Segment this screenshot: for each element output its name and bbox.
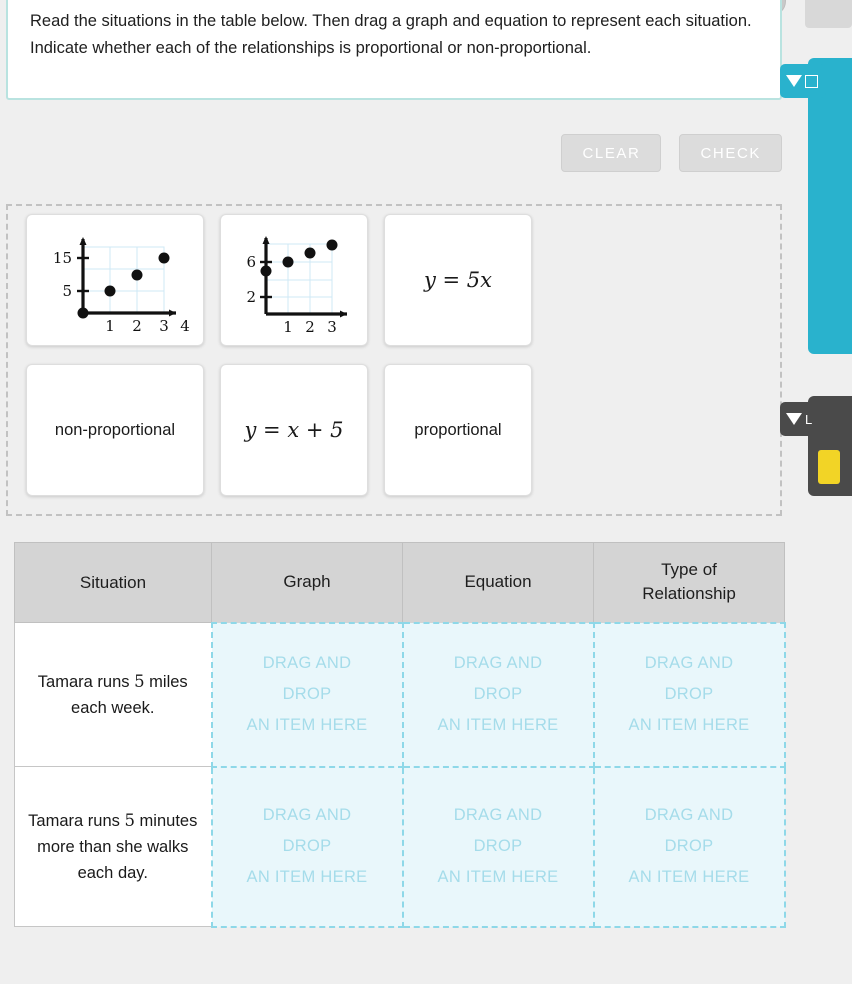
- tile-bank: 5 15 1 2 3 4 6 2 1 2 3 y = 5x non-propor…: [6, 204, 782, 516]
- teal-side-panel[interactable]: [780, 58, 852, 354]
- situation-text-pre: Tamara runs: [37, 672, 135, 691]
- dropzone-line-2: DROP: [664, 685, 714, 703]
- dropzone-line-3: AN ITEM HERE: [628, 716, 750, 734]
- situation-number: 5: [134, 671, 145, 691]
- dark-panel-tab[interactable]: L: [780, 402, 826, 436]
- dropzone-equation-row1[interactable]: DRAG AND DROP AN ITEM HERE: [401, 621, 595, 768]
- header-line-2: Relationship: [642, 584, 736, 604]
- dropzone-line-2: DROP: [473, 685, 523, 703]
- situation-cell-row2: Tamara runs 5 minutes more than she walk…: [14, 766, 212, 927]
- dropzone-relationship-row2[interactable]: DRAG AND DROP AN ITEM HERE: [592, 765, 786, 928]
- chevron-down-icon: [786, 413, 802, 425]
- chevron-down-icon: [786, 75, 802, 87]
- tile-row-2: non-proportional y = x + 5 proportional: [26, 364, 780, 496]
- dropzone-line-1: DRAG AND: [644, 654, 734, 672]
- check-button[interactable]: CHECK: [679, 134, 782, 172]
- svg-text:6: 6: [246, 253, 256, 271]
- draggable-tile-equation-x-plus-5[interactable]: y = x + 5: [220, 364, 368, 496]
- column-header-graph: Graph: [211, 542, 403, 623]
- draggable-tile-graph-proportional[interactable]: 5 15 1 2 3 4: [26, 214, 204, 346]
- action-button-row: CLEAR CHECK: [561, 134, 782, 172]
- dropzone-line-3: AN ITEM HERE: [437, 868, 559, 886]
- situation-number: 5: [124, 810, 135, 830]
- draggable-tile-non-proportional[interactable]: non-proportional: [26, 364, 204, 496]
- dropzone-line-1: DRAG AND: [644, 806, 734, 824]
- svg-text:2: 2: [132, 317, 142, 335]
- draggable-tile-proportional[interactable]: proportional: [384, 364, 532, 496]
- dropzone-line-2: DROP: [282, 685, 332, 703]
- top-right-gray-box: [805, 0, 852, 28]
- table-header-row: Situation Graph Equation Type of Relatio…: [14, 542, 785, 623]
- dropzone-line-3: AN ITEM HERE: [628, 868, 750, 886]
- dropzone-graph-row2[interactable]: DRAG AND DROP AN ITEM HERE: [210, 765, 404, 928]
- proportional-text: proportional: [414, 420, 502, 439]
- equation-x-plus-5-text: y = x + 5: [244, 418, 344, 442]
- svg-text:1: 1: [283, 318, 293, 336]
- dropzone-relationship-row1[interactable]: DRAG AND DROP AN ITEM HERE: [592, 621, 786, 768]
- dark-panel-label: L: [805, 411, 813, 427]
- bottom-band: [0, 944, 852, 984]
- dropzone-line-2: DROP: [473, 837, 523, 855]
- non-proportional-text: non-proportional: [54, 420, 176, 439]
- instruction-text: Read the situations in the table below. …: [30, 12, 752, 57]
- dark-side-panel[interactable]: L: [780, 396, 852, 496]
- svg-text:15: 15: [53, 249, 72, 267]
- dropzone-line-3: AN ITEM HERE: [437, 716, 559, 734]
- svg-text:2: 2: [305, 318, 315, 336]
- table-row: Tamara runs 5 miles each week. DRAG AND …: [14, 621, 786, 768]
- column-header-equation: Equation: [402, 542, 594, 623]
- dropzone-line-1: DRAG AND: [262, 654, 352, 672]
- answer-table: Situation Graph Equation Type of Relatio…: [14, 542, 786, 928]
- yellow-highlight-chip: [818, 450, 840, 484]
- dropzone-equation-row2[interactable]: DRAG AND DROP AN ITEM HERE: [401, 765, 595, 928]
- clear-button[interactable]: CLEAR: [561, 134, 662, 172]
- teal-panel-tab[interactable]: [780, 64, 826, 98]
- dropzone-graph-row1[interactable]: DRAG AND DROP AN ITEM HERE: [210, 621, 404, 768]
- svg-text:3: 3: [159, 317, 169, 335]
- graph-proportional-icon: 5 15 1 2 3 4: [53, 237, 190, 335]
- situation-cell-row1: Tamara runs 5 miles each week.: [14, 622, 212, 767]
- window-icon: [805, 74, 818, 88]
- header-line-1: Type of: [661, 560, 717, 580]
- dropzone-line-3: AN ITEM HERE: [246, 868, 368, 886]
- column-header-situation: Situation: [14, 542, 212, 623]
- column-header-type-of-relationship: Type of Relationship: [593, 542, 785, 623]
- dropzone-line-1: DRAG AND: [262, 806, 352, 824]
- svg-text:4: 4: [180, 317, 190, 335]
- dropzone-line-2: DROP: [664, 837, 714, 855]
- dropzone-line-3: AN ITEM HERE: [246, 716, 368, 734]
- table-row: Tamara runs 5 minutes more than she walk…: [14, 765, 786, 928]
- dropzone-line-1: DRAG AND: [453, 806, 543, 824]
- tile-row-1: 5 15 1 2 3 4 6 2 1 2 3 y = 5x: [26, 214, 780, 346]
- svg-text:1: 1: [105, 317, 115, 335]
- svg-text:2: 2: [246, 288, 256, 306]
- graph-nonproportional-icon: 6 2 1 2 3: [246, 236, 347, 336]
- instruction-panel: Read the situations in the table below. …: [6, 0, 782, 100]
- equation-5x-text: y = 5x: [423, 268, 492, 292]
- situation-text-pre: Tamara runs: [28, 811, 125, 830]
- draggable-tile-equation-5x[interactable]: y = 5x: [384, 214, 532, 346]
- svg-text:3: 3: [327, 318, 337, 336]
- dropzone-line-1: DRAG AND: [453, 654, 543, 672]
- svg-text:5: 5: [62, 282, 72, 300]
- draggable-tile-graph-nonproportional[interactable]: 6 2 1 2 3: [220, 214, 368, 346]
- dropzone-line-2: DROP: [282, 837, 332, 855]
